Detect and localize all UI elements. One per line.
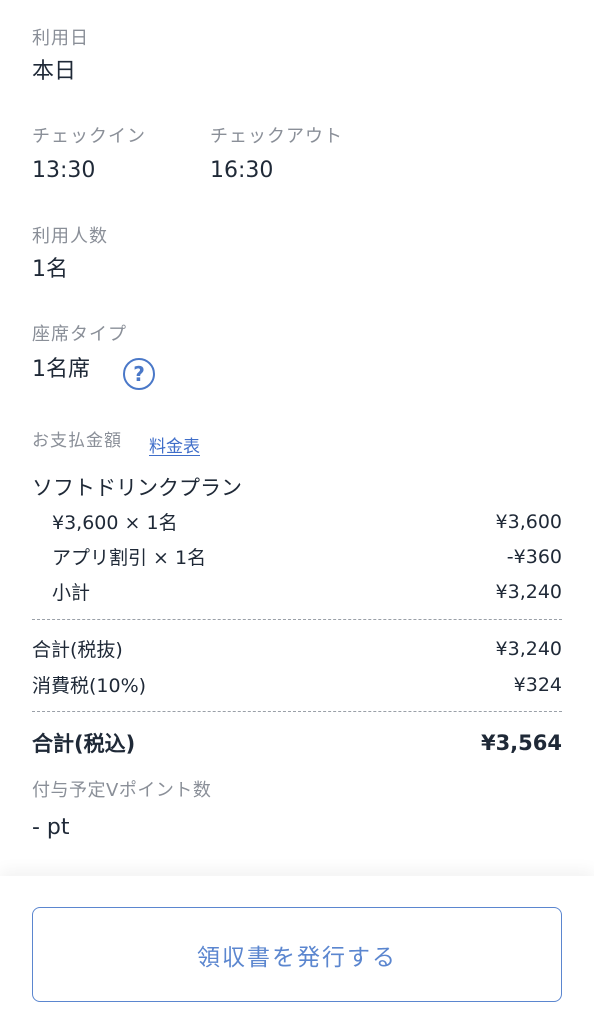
line-item-amount: ¥3,600 xyxy=(495,510,562,533)
line-item-discount: アプリ割引 × 1名 -¥360 xyxy=(52,543,562,570)
checkout-label: チェックアウト xyxy=(210,126,343,147)
dashed-divider xyxy=(32,711,562,712)
price-table-link[interactable]: 料金表 xyxy=(149,432,200,457)
subtotal-ex-tax-row: 合計(税抜) ¥3,240 xyxy=(32,635,562,662)
tax-row: 消費税(10%) ¥324 xyxy=(32,671,562,698)
subtotal-ex-tax-label: 合計(税抜) xyxy=(32,639,123,661)
line-item-name: 小計 xyxy=(52,582,91,604)
issue-receipt-button[interactable]: 領収書を発行する xyxy=(32,907,562,1002)
points-value: - pt xyxy=(32,815,70,840)
total-in-tax-amount: ¥3,564 xyxy=(480,731,562,755)
people-value: 1名 xyxy=(32,257,68,282)
subtotal-ex-tax-amount: ¥3,240 xyxy=(495,637,562,660)
reservation-detail: 利用日 本日 チェックイン 13:30 チェックアウト 16:30 利用人数 1… xyxy=(0,0,594,1024)
plan-name: ソフトドリンクプラン xyxy=(32,476,242,500)
checkin-value: 13:30 xyxy=(32,158,96,183)
line-item-base: ¥3,600 × 1名 ¥3,600 xyxy=(52,508,562,535)
dashed-divider xyxy=(32,619,562,620)
tax-label: 消費税(10%) xyxy=(32,675,147,697)
people-label: 利用人数 xyxy=(32,226,108,247)
line-item-name: アプリ割引 × 1名 xyxy=(52,547,207,569)
usage-date-label: 利用日 xyxy=(32,28,89,49)
seat-type-value: 1名席 xyxy=(32,357,90,382)
seat-type-label: 座席タイプ xyxy=(32,324,127,345)
help-icon[interactable]: ? xyxy=(123,358,155,390)
line-item-subtotal: 小計 ¥3,240 xyxy=(52,578,562,605)
line-item-name: ¥3,600 × 1名 xyxy=(52,512,178,534)
total-in-tax-row: 合計(税込) ¥3,564 xyxy=(32,728,562,758)
line-item-amount: ¥3,240 xyxy=(495,580,562,603)
points-label: 付与予定Vポイント数 xyxy=(32,780,212,801)
usage-date-value: 本日 xyxy=(32,59,77,84)
total-in-tax-label: 合計(税込) xyxy=(32,732,136,756)
checkin-label: チェックイン xyxy=(32,126,146,147)
tax-amount: ¥324 xyxy=(513,673,562,696)
payment-label: お支払金額 xyxy=(32,431,122,451)
line-item-amount: -¥360 xyxy=(506,545,562,568)
checkout-value: 16:30 xyxy=(210,158,274,183)
